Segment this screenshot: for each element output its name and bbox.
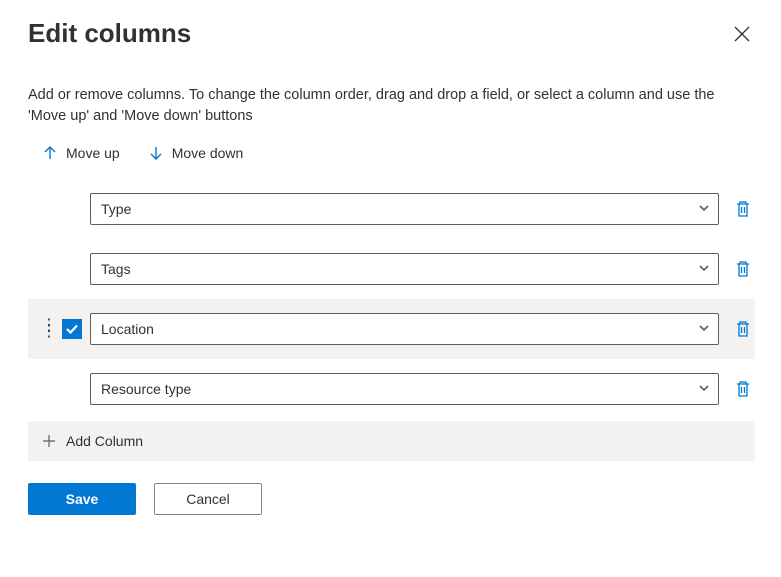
add-column-label: Add Column: [66, 433, 143, 449]
column-select[interactable]: Type: [90, 193, 719, 225]
move-up-button[interactable]: Move up: [42, 145, 120, 161]
check-icon: [65, 322, 79, 336]
delete-column-button[interactable]: [733, 259, 753, 279]
delete-column-button[interactable]: [733, 199, 753, 219]
column-row: Type: [28, 179, 755, 239]
column-label: Resource type: [101, 381, 191, 397]
toolbar: Move up Move down: [28, 145, 755, 161]
move-down-label: Move down: [172, 145, 244, 161]
cancel-button[interactable]: Cancel: [154, 483, 262, 515]
chevron-down-icon: [698, 321, 710, 337]
panel-title: Edit columns: [28, 18, 191, 49]
footer: Save Cancel: [28, 483, 755, 515]
column-select[interactable]: Location: [90, 313, 719, 345]
chevron-down-icon: [698, 201, 710, 217]
close-button[interactable]: [729, 21, 755, 47]
column-select[interactable]: Tags: [90, 253, 719, 285]
trash-icon: [735, 380, 751, 398]
arrow-up-icon: [42, 145, 58, 161]
column-label: Type: [101, 201, 131, 217]
column-row: ⋮⋮ Location: [28, 299, 755, 359]
edit-columns-panel: Edit columns Add or remove columns. To c…: [0, 0, 781, 541]
move-up-label: Move up: [66, 145, 120, 161]
chevron-down-icon: [698, 261, 710, 277]
row-checkbox[interactable]: [62, 319, 82, 339]
column-row: Tags: [28, 239, 755, 299]
column-list: Type Tags ⋮⋮: [28, 179, 755, 461]
delete-column-button[interactable]: [733, 319, 753, 339]
arrow-down-icon: [148, 145, 164, 161]
move-down-button[interactable]: Move down: [148, 145, 244, 161]
add-column-button[interactable]: Add Column: [28, 421, 755, 461]
trash-icon: [735, 320, 751, 338]
close-icon: [733, 25, 751, 43]
column-row: Resource type: [28, 359, 755, 419]
panel-description: Add or remove columns. To change the col…: [28, 85, 755, 127]
column-select[interactable]: Resource type: [90, 373, 719, 405]
save-button[interactable]: Save: [28, 483, 136, 515]
chevron-down-icon: [698, 381, 710, 397]
column-label: Location: [101, 321, 154, 337]
column-label: Tags: [101, 261, 131, 277]
trash-icon: [735, 200, 751, 218]
drag-handle-icon[interactable]: ⋮⋮: [41, 323, 56, 335]
trash-icon: [735, 260, 751, 278]
delete-column-button[interactable]: [733, 379, 753, 399]
plus-icon: [42, 434, 56, 448]
